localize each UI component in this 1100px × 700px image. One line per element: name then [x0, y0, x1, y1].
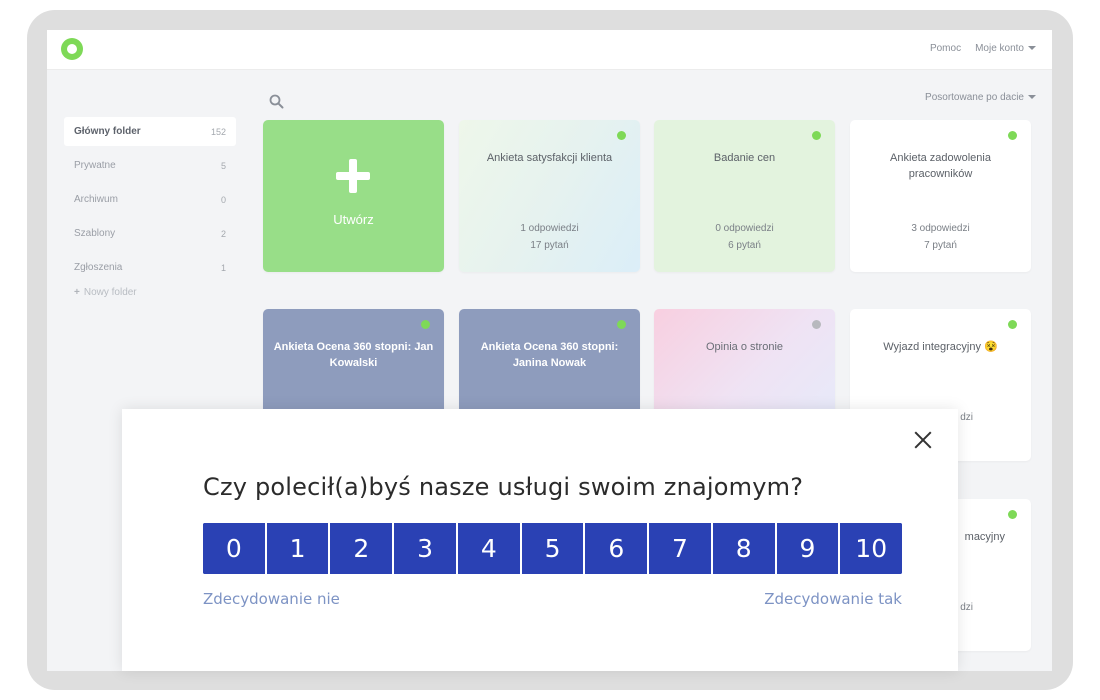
search-icon[interactable] [269, 94, 284, 109]
sidebar-item-submissions[interactable]: Zgłoszenia 1 [64, 253, 236, 282]
new-folder-button[interactable]: + Nowy folder [64, 287, 236, 298]
chevron-down-icon [1028, 46, 1036, 51]
nps-option-8[interactable]: 8 [712, 523, 777, 574]
survey-stats: 3 odpowiedzi 7 pytań [850, 220, 1031, 254]
plus-icon [336, 159, 370, 193]
nps-option-9[interactable]: 9 [776, 523, 841, 574]
scale-high-label: Zdecydowanie tak [764, 590, 902, 608]
survey-card[interactable]: Ankieta satysfakcji klienta 1 odpowiedzi… [459, 120, 640, 272]
help-link[interactable]: Pomoc [930, 43, 961, 54]
nps-option-3[interactable]: 3 [394, 523, 458, 574]
sidebar-item-label: Główny folder [74, 126, 141, 137]
chevron-down-icon [1028, 95, 1036, 100]
nps-survey-modal: Czy polecił(a)byś nasze usługi swoim zna… [122, 409, 958, 671]
survey-card[interactable]: Ankieta zadowolenia pracowników 3 odpowi… [850, 120, 1031, 272]
responses-count: 1 odpowiedzi [520, 223, 579, 234]
nps-option-10[interactable]: 10 [840, 523, 902, 574]
responses-count: 0 odpowiedzi [715, 223, 774, 234]
close-icon[interactable] [914, 431, 932, 449]
create-survey-card[interactable]: Utwórz [263, 120, 444, 272]
top-bar: Pomoc Moje konto [47, 30, 1052, 70]
nps-option-1[interactable]: 1 [266, 523, 331, 574]
nps-option-0[interactable]: 0 [203, 523, 267, 574]
sidebar-item-label: Szablony [74, 228, 116, 239]
survey-title: Ankieta zadowolenia pracowników [890, 152, 991, 180]
status-dot [1008, 510, 1017, 519]
nps-option-5[interactable]: 5 [521, 523, 586, 574]
plus-icon: + [74, 287, 80, 298]
survey-title: Badanie cen [713, 152, 776, 164]
logo-icon[interactable] [61, 38, 83, 60]
nps-scale: 0 1 2 3 4 5 6 7 8 9 10 [203, 523, 902, 574]
status-dot [1008, 131, 1017, 140]
nps-question: Czy polecił(a)byś nasze usługi swoim zna… [203, 473, 804, 501]
sort-label: Posortowane po dacie [925, 92, 1024, 103]
sidebar-item-private[interactable]: Prywatne 5 [64, 151, 236, 180]
survey-stats: 1 odpowiedzi 17 pytań [459, 220, 640, 254]
questions-count: 17 pytań [530, 240, 569, 251]
responses-count: 3 odpowiedzi [911, 223, 970, 234]
questions-count: 7 pytań [924, 240, 957, 251]
new-folder-label: Nowy folder [83, 287, 137, 298]
sidebar-item-count: 5 [220, 160, 226, 171]
sidebar-item-count: 2 [220, 228, 226, 239]
sidebar-item-count: 152 [210, 126, 226, 137]
sidebar-item-label: Archiwum [74, 194, 118, 205]
status-dot [812, 131, 821, 140]
survey-title: Ankieta satysfakcji klienta [486, 152, 613, 164]
sidebar-item-count: 1 [220, 262, 226, 273]
survey-card[interactable]: Badanie cen 0 odpowiedzi 6 pytań [654, 120, 835, 272]
nps-option-6[interactable]: 6 [585, 523, 650, 574]
status-dot [421, 320, 430, 329]
status-dot [812, 320, 821, 329]
survey-title: Ankieta Ocena 360 stopni: Janina Nowak [480, 341, 619, 369]
sidebar-item-count: 0 [220, 194, 226, 205]
sidebar-item-main-folder[interactable]: Główny folder 152 [64, 117, 236, 146]
status-dot [617, 320, 626, 329]
top-links: Pomoc Moje konto [930, 43, 1036, 54]
status-dot [1008, 320, 1017, 329]
survey-title: Opinia o stronie [705, 341, 784, 353]
account-label: Moje konto [975, 43, 1024, 54]
sidebar-item-label: Prywatne [74, 160, 116, 171]
scale-low-label: Zdecydowanie nie [203, 590, 340, 608]
sort-dropdown[interactable]: Posortowane po dacie [925, 92, 1036, 103]
survey-title: Wyjazd integracyjny 😵 [883, 341, 998, 353]
account-menu[interactable]: Moje konto [975, 43, 1036, 54]
questions-count: 6 pytań [728, 240, 761, 251]
status-dot [617, 131, 626, 140]
create-label: Utwórz [333, 212, 374, 227]
survey-stats: 0 odpowiedzi 6 pytań [654, 220, 835, 254]
sidebar: Główny folder 152 Prywatne 5 Archiwum 0 … [64, 117, 236, 298]
survey-title: Ankieta Ocena 360 stopni: Jan Kowalski [273, 341, 434, 369]
nps-option-7[interactable]: 7 [649, 523, 713, 574]
sidebar-item-archive[interactable]: Archiwum 0 [64, 185, 236, 214]
nps-option-2[interactable]: 2 [330, 523, 395, 574]
nps-option-4[interactable]: 4 [457, 523, 522, 574]
sidebar-item-templates[interactable]: Szablony 2 [64, 219, 236, 248]
sidebar-item-label: Zgłoszenia [74, 262, 123, 273]
